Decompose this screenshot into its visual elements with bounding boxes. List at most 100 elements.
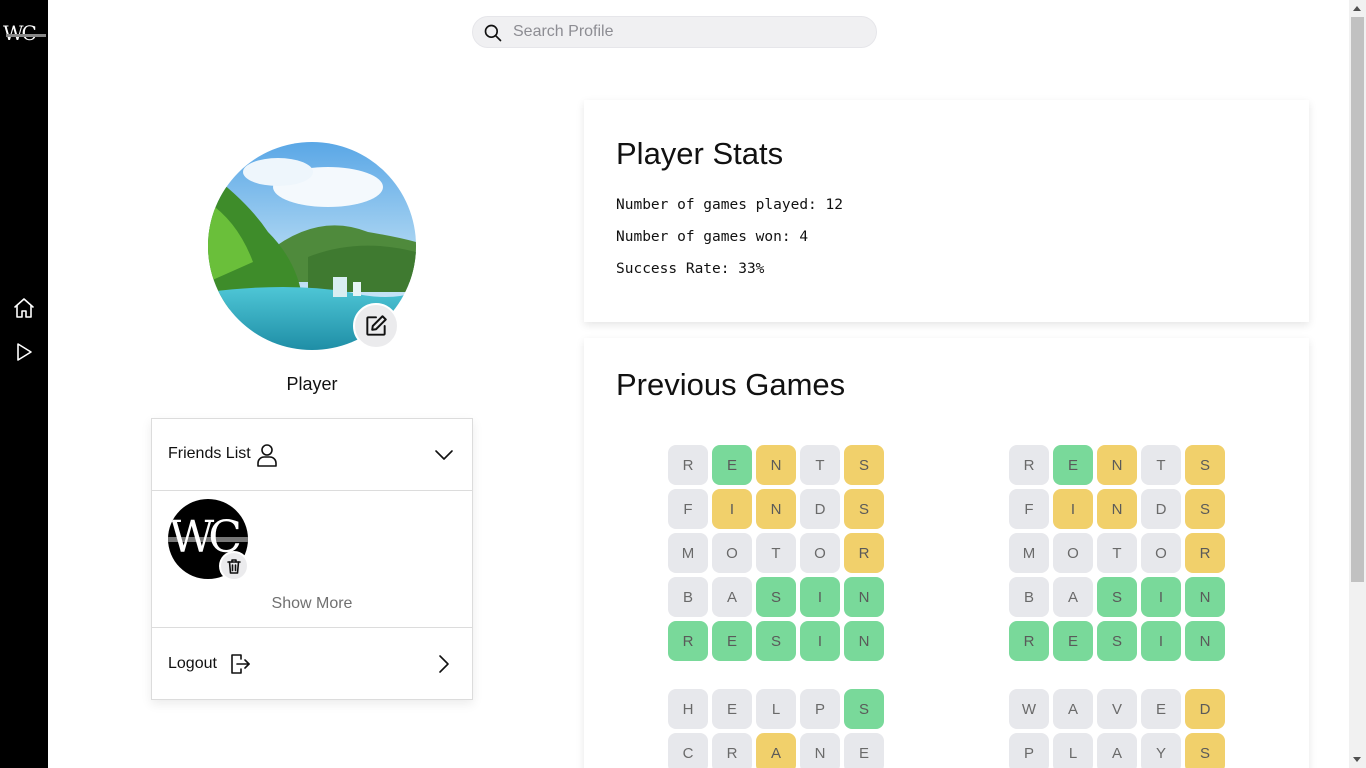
letter-tile-green: S [756, 621, 796, 661]
letter-tile-gray: E [712, 689, 752, 729]
letter-tile-yellow: N [756, 489, 796, 529]
letter-tile-green: N [844, 621, 884, 661]
guess-row: RENTS [1009, 445, 1227, 485]
letter-tile-green: I [1141, 621, 1181, 661]
guess-row: BASIN [668, 577, 886, 617]
scrollbar-thumb[interactable] [1351, 17, 1364, 582]
logout-icon [230, 653, 250, 675]
letter-tile-yellow: D [1185, 689, 1225, 729]
letter-tile-gray: E [844, 733, 884, 768]
letter-tile-gray: F [668, 489, 708, 529]
letter-tile-green: S [756, 577, 796, 617]
letter-tile-green: E [1053, 445, 1093, 485]
logout-label: Logout [168, 655, 217, 672]
guess-row: HELPS [668, 689, 886, 729]
guess-row: BASIN [1009, 577, 1227, 617]
friends-list: WC Show More [152, 491, 472, 628]
friends-list-label: Friends List [168, 445, 251, 462]
letter-tile-green: S [1097, 621, 1137, 661]
guess-row: FINDS [1009, 489, 1227, 529]
search-bar [472, 16, 877, 48]
letter-tile-green: N [1185, 621, 1225, 661]
letter-tile-gray: T [756, 533, 796, 573]
guess-row: MOTOR [1009, 533, 1227, 573]
letter-tile-green: I [1141, 577, 1181, 617]
game-board-4[interactable]: WAVEDPLAYS [1009, 689, 1227, 768]
letter-tile-gray: T [1141, 445, 1181, 485]
letter-tile-yellow: S [1185, 445, 1225, 485]
letter-tile-yellow: I [712, 489, 752, 529]
letter-tile-gray: L [756, 689, 796, 729]
letter-tile-gray: C [668, 733, 708, 768]
letter-tile-green: S [1097, 577, 1137, 617]
letter-tile-yellow: I [1053, 489, 1093, 529]
stats-title: Player Stats [616, 136, 784, 171]
letter-tile-gray: A [1097, 733, 1137, 768]
game-board-2[interactable]: RENTSFINDSMOTORBASINRESIN [1009, 445, 1227, 665]
letter-tile-yellow: S [1185, 733, 1225, 768]
letter-tile-green: S [844, 689, 884, 729]
letter-tile-gray: P [800, 689, 840, 729]
search-icon [484, 24, 502, 42]
profile-panel: Friends List WC Show More Logout [151, 418, 473, 700]
letter-tile-gray: N [800, 733, 840, 768]
guess-row: RESIN [1009, 621, 1227, 661]
letter-tile-yellow: S [844, 445, 884, 485]
letter-tile-gray: O [800, 533, 840, 573]
letter-tile-green: R [668, 621, 708, 661]
letter-tile-yellow: A [756, 733, 796, 768]
letter-tile-gray: A [1053, 689, 1093, 729]
letter-tile-gray: R [712, 733, 752, 768]
player-name: Player [286, 374, 338, 394]
letter-tile-gray: L [1053, 733, 1093, 768]
edit-avatar-button[interactable] [353, 303, 399, 349]
letter-tile-gray: A [712, 577, 752, 617]
letter-tile-gray: O [1141, 533, 1181, 573]
logout-button[interactable]: Logout [152, 629, 472, 699]
game-board-3[interactable]: HELPSCRANE [668, 689, 886, 768]
letter-tile-gray: O [712, 533, 752, 573]
letter-tile-gray: M [668, 533, 708, 573]
letter-tile-gray: F [1009, 489, 1049, 529]
letter-tile-gray: V [1097, 689, 1137, 729]
guess-row: RENTS [668, 445, 886, 485]
friends-list-toggle[interactable]: Friends List [152, 419, 472, 491]
guess-row: CRANE [668, 733, 886, 768]
letter-tile-gray: P [1009, 733, 1049, 768]
letter-tile-gray: D [800, 489, 840, 529]
page-scrollbar[interactable] [1349, 0, 1366, 768]
chevron-right-icon [434, 654, 454, 674]
guess-row: MOTOR [668, 533, 886, 573]
letter-tile-gray: Y [1141, 733, 1181, 768]
letter-tile-gray: H [668, 689, 708, 729]
search-input[interactable] [513, 17, 863, 47]
guess-row: RESIN [668, 621, 886, 661]
games-won-stat: Number of games won: 4 [616, 229, 809, 245]
sidebar: WC [0, 0, 48, 768]
letter-tile-green: N [844, 577, 884, 617]
show-more-link[interactable]: Show More [152, 595, 472, 613]
games-played-stat: Number of games played: 12 [616, 197, 843, 213]
play-icon[interactable] [12, 340, 36, 364]
letter-tile-gray: R [1009, 445, 1049, 485]
previous-games-card: Previous Games RENTSFINDSMOTORBASINRESIN… [584, 338, 1309, 768]
previous-games-title: Previous Games [616, 367, 846, 402]
edit-icon [366, 315, 387, 336]
chevron-down-icon [434, 445, 454, 465]
letter-tile-gray: T [1097, 533, 1137, 573]
letter-tile-green: R [1009, 621, 1049, 661]
remove-friend-button[interactable] [219, 551, 249, 581]
success-rate-stat: Success Rate: 33% [616, 261, 765, 277]
letter-tile-green: E [1053, 621, 1093, 661]
scroll-up-arrow-icon[interactable] [1353, 6, 1361, 11]
app-logo[interactable]: WC [3, 22, 47, 44]
scroll-down-arrow-icon[interactable] [1353, 757, 1361, 762]
letter-tile-yellow: N [1097, 445, 1137, 485]
letter-tile-green: E [712, 445, 752, 485]
letter-tile-yellow: R [844, 533, 884, 573]
letter-tile-green: N [1185, 577, 1225, 617]
game-board-1[interactable]: RENTSFINDSMOTORBASINRESIN [668, 445, 886, 665]
letter-tile-gray: O [1053, 533, 1093, 573]
letter-tile-gray: W [1009, 689, 1049, 729]
home-icon[interactable] [12, 296, 36, 320]
